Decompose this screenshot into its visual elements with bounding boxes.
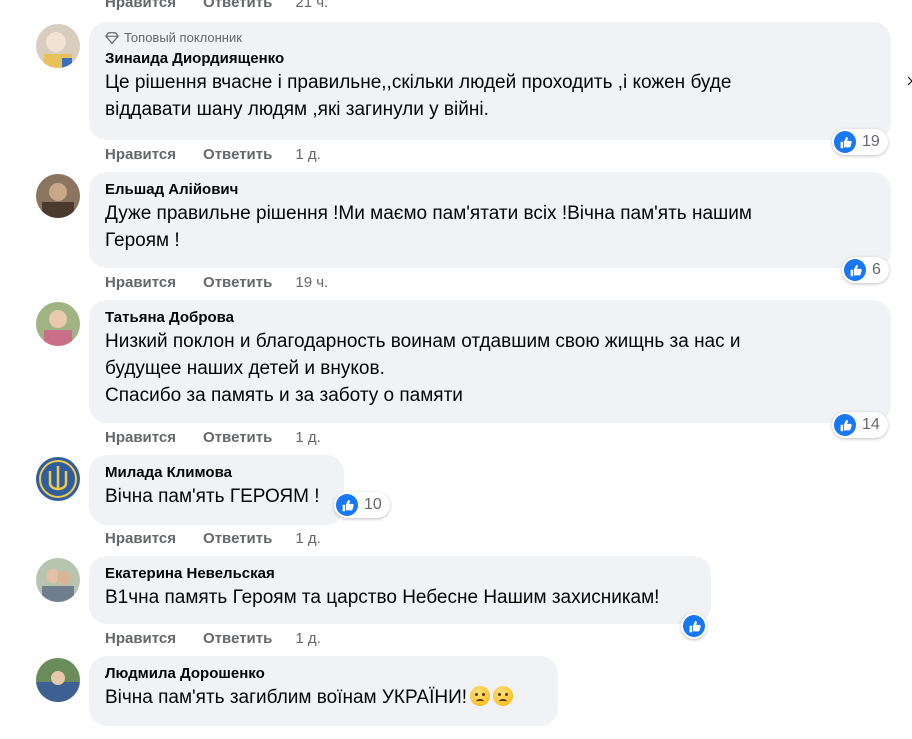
reaction-summary[interactable]: 14 [832,412,888,438]
comment-author[interactable]: Екатерина Невельская [105,564,695,584]
comment-actions: Нравится Ответить 1 д. [105,429,321,446]
like-action[interactable]: Нравится [105,530,176,547]
comment-bubble: Татьяна Доброва Низкий поклон и благодар… [89,300,891,423]
comment-bubble: Милада Климова Вічна пам'ять ГЕРОЯМ ! [89,455,344,525]
like-action[interactable]: Нравится [105,0,176,11]
reaction-count: 6 [872,261,881,278]
avatar[interactable] [36,174,80,218]
comment-author[interactable]: Зинаида Диордиященко [105,49,875,69]
like-action[interactable]: Нравится [105,146,176,163]
comment-text: Вічна пам'ять ГЕРОЯМ ! [105,486,320,507]
reaction-count: 10 [364,496,382,513]
like-icon [336,494,358,516]
like-icon [834,131,856,153]
comment-actions: Нравится Ответить 1 д. [105,146,321,163]
reaction-count: 14 [862,416,880,433]
reaction-summary[interactable] [681,613,707,639]
like-action[interactable]: Нравится [105,429,176,446]
comment-text: Низкий поклон и благодарность воинам отд… [105,331,741,406]
comment-time[interactable]: 1 д. [295,630,320,647]
reaction-summary[interactable]: 6 [842,257,889,283]
reply-action[interactable]: Ответить [203,530,272,547]
pensive-emoji [493,686,514,706]
top-fan-badge: Топовый поклонник [105,30,875,45]
like-icon [683,615,705,637]
comment-time[interactable]: 1 д. [295,530,320,547]
like-icon [844,259,866,281]
avatar[interactable] [36,302,80,346]
comment-author[interactable]: Милада Климова [105,463,328,483]
reply-action[interactable]: Ответить [203,429,272,446]
comment-author[interactable]: Татьяна Доброва [105,308,875,328]
avatar[interactable] [36,558,80,602]
comment-actions: Нравится Ответить 1 д. [105,530,321,547]
comment-actions-partial: Нравится Ответить 21 ч. [105,0,328,11]
comment-time[interactable]: 19 ч. [295,274,328,291]
like-action[interactable]: Нравится [105,274,176,291]
comment-text-content: Вічна пам'ять загиблим воїнам УКРАЇНИ! [105,687,468,708]
avatar[interactable] [36,658,80,702]
comment-bubble: Людмила Дорошенко Вічна пам'ять загиблим… [89,656,558,726]
like-action[interactable]: Нравится [105,630,176,647]
comment-actions: Нравится Ответить 19 ч. [105,274,328,291]
sad-tear-emoji [470,686,491,706]
comment-bubble: Ельшад Алійович Дуже правильне рішення !… [89,172,891,268]
comment-text: В1чна память Героям та царство Небесне Н… [105,587,660,608]
comment-bubble: Топовый поклонник Зинаида Диордиященко Ц… [89,22,891,140]
reaction-count: 19 [862,133,880,150]
reaction-summary[interactable]: 19 [832,129,888,155]
avatar[interactable] [36,24,80,68]
badge-label: Топовый поклонник [124,30,242,45]
comment-actions: Нравится Ответить 1 д. [105,630,321,647]
avatar[interactable] [36,457,80,501]
scroll-edge-mark [907,74,912,88]
comment-text: Дуже правильне рішення !Ми маємо пам'ята… [105,203,752,251]
reaction-summary[interactable]: 10 [334,492,390,518]
like-icon [834,414,856,436]
comment-author[interactable]: Ельшад Алійович [105,180,875,200]
comment-time[interactable]: 1 д. [295,429,320,446]
reply-action[interactable]: Ответить [203,0,272,11]
comment-time[interactable]: 1 д. [295,146,320,163]
diamond-icon [105,31,119,44]
comment-bubble: Екатерина Невельская В1чна память Героям… [89,556,711,624]
reply-action[interactable]: Ответить [203,274,272,291]
comment-text: Вічна пам'ять загиблим воїнам УКРАЇНИ! [105,684,542,711]
comment-time[interactable]: 21 ч. [295,0,328,11]
reply-action[interactable]: Ответить [203,146,272,163]
comment-author[interactable]: Людмила Дорошенко [105,664,542,684]
comment-text: Це рішення вчасне і правильне,,скільки л… [105,72,732,120]
reply-action[interactable]: Ответить [203,630,272,647]
